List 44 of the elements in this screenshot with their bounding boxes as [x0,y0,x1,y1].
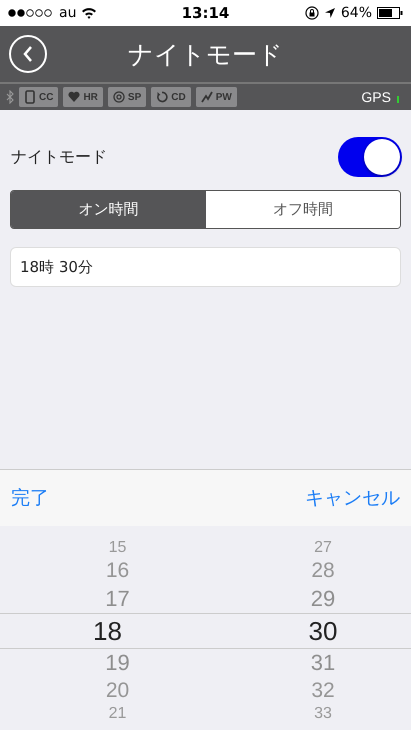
trend-icon [200,90,213,104]
picker-item[interactable]: 18 [93,614,122,648]
picker-item[interactable]: 32 [311,678,335,704]
heart-icon [68,90,80,104]
picker-item[interactable]: 16 [106,558,130,584]
picker-item[interactable]: 33 [314,704,332,724]
location-icon [324,7,336,19]
sensor-chip[interactable]: SP [108,87,146,107]
time-field[interactable]: 18時 30分 [10,247,401,287]
picker-item[interactable]: 17 [105,584,130,614]
setting-label: ナイトモード [11,146,107,168]
carrier-label: au [59,5,76,21]
done-button[interactable]: 完了 [11,485,49,511]
picker-item[interactable]: 21 [108,704,126,724]
picker-item[interactable]: 20 [106,678,130,704]
bluetooth-icon [6,90,14,104]
battery-percent: 64% [340,5,372,21]
gps-label: GPS [361,89,391,105]
sensor-chip[interactable]: HR [63,87,103,107]
back-button[interactable] [9,35,47,73]
sensor-chip[interactable]: PW [196,87,237,107]
battery-icon [377,7,403,19]
picker-item[interactable]: 15 [108,538,126,558]
toggle-switch[interactable] [338,137,402,177]
nav-title: ナイトモード [127,38,284,70]
sensor-chip[interactable]: CD [151,87,191,107]
target-icon [112,90,125,104]
picker-item[interactable]: 27 [314,538,332,558]
picker-item[interactable]: 29 [310,584,336,614]
picker-item[interactable]: 31 [310,648,336,678]
segment-tab[interactable]: オフ時間 [206,191,400,228]
wifi-icon [81,7,98,19]
sensor-chip[interactable]: CC [19,87,58,107]
picker-item[interactable]: 19 [105,648,130,678]
rotation-lock-icon [304,6,319,20]
picker-item[interactable]: 30 [308,614,338,648]
picker-item[interactable]: 28 [311,558,335,584]
cycle-icon [156,90,168,104]
chevron-left-icon [22,45,34,63]
status-time: 13:14 [182,4,230,22]
signal-icon [8,9,54,17]
phone-icon [24,90,36,104]
segment-tab[interactable]: オン時間 [11,191,206,228]
cancel-button[interactable]: キャンセル [305,485,400,511]
